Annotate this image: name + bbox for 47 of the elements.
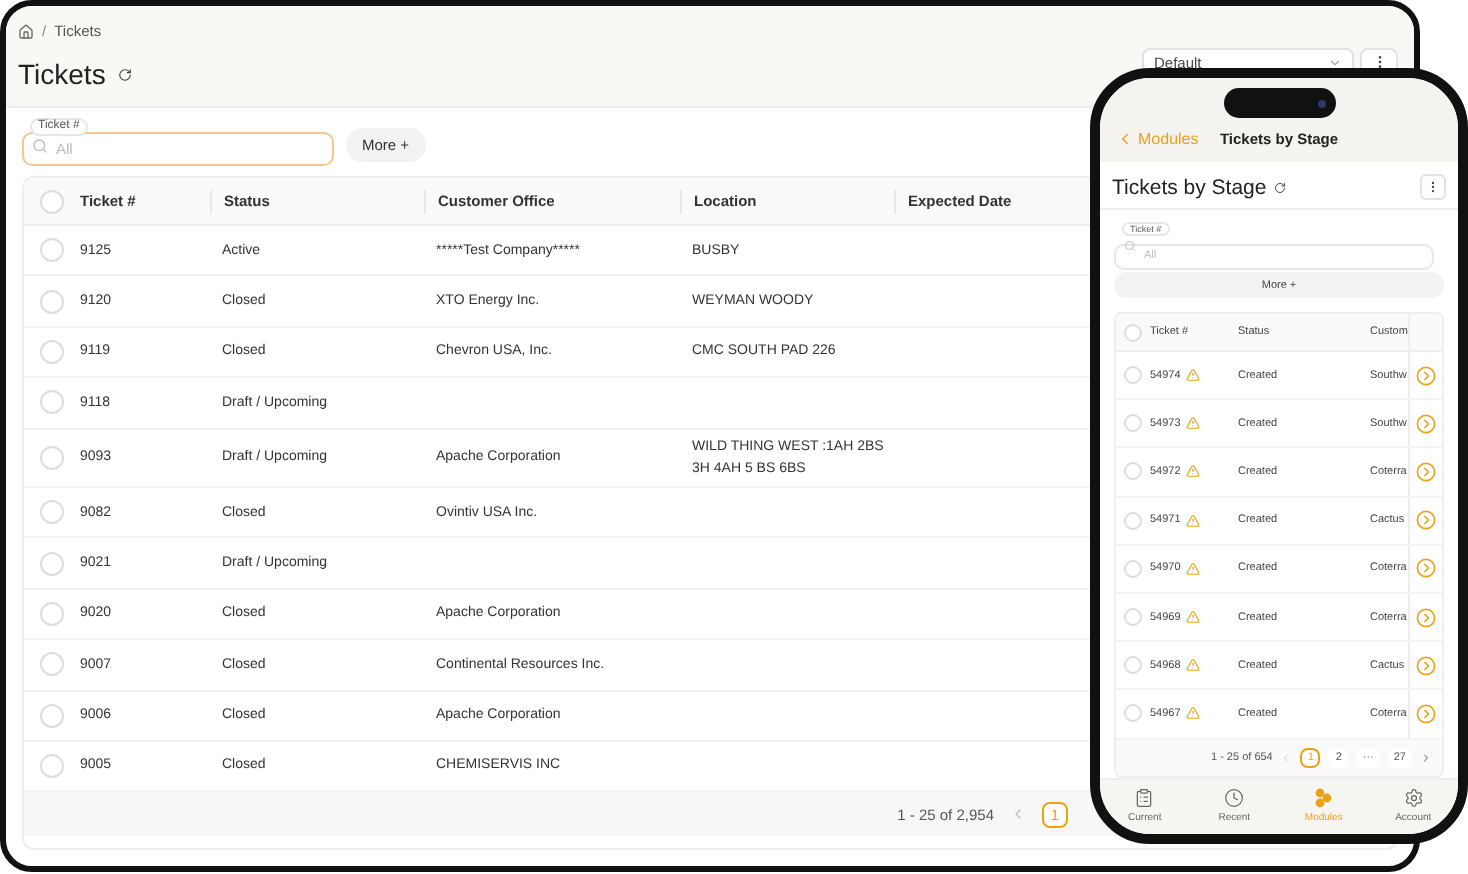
checkbox[interactable]: [1124, 414, 1142, 433]
home-icon[interactable]: [18, 23, 34, 39]
chevron-circle-icon[interactable]: [1416, 461, 1436, 482]
checkbox[interactable]: [1124, 656, 1142, 675]
clipboard-icon: [1134, 787, 1155, 807]
checkbox[interactable]: [1124, 323, 1142, 341]
checkbox[interactable]: [40, 339, 64, 364]
checkbox[interactable]: [1124, 511, 1142, 530]
camera-notch: [1223, 88, 1335, 118]
dots-icon: [1314, 787, 1333, 807]
checkbox[interactable]: [40, 652, 64, 677]
checkbox[interactable]: [1124, 608, 1142, 627]
previous-page-icon[interactable]: [1010, 806, 1026, 823]
chevron-left-icon: [1116, 130, 1134, 148]
checkbox[interactable]: [40, 551, 64, 576]
refresh-icon[interactable]: [1274, 181, 1287, 193]
kebab-icon: [1426, 180, 1440, 194]
checkbox[interactable]: [1124, 559, 1142, 578]
previous-page-icon[interactable]: [1280, 751, 1293, 763]
checkbox[interactable]: [40, 754, 64, 779]
checkbox[interactable]: [40, 238, 64, 263]
chevron-circle-icon[interactable]: [1416, 510, 1436, 531]
checkbox[interactable]: [40, 601, 64, 626]
checkbox[interactable]: [40, 289, 64, 314]
checkbox[interactable]: [1124, 462, 1142, 481]
page-title: Tickets by Stage: [1112, 175, 1267, 199]
chevron-circle-icon[interactable]: [1416, 703, 1436, 724]
search-icon: [32, 137, 48, 153]
checkbox[interactable]: [40, 390, 64, 415]
checkbox[interactable]: [1124, 704, 1142, 723]
next-page-icon[interactable]: [1420, 751, 1432, 763]
chevron-circle-icon[interactable]: [1416, 365, 1436, 386]
chevron-down-icon: [1328, 55, 1342, 69]
chevron-circle-icon[interactable]: [1416, 607, 1436, 628]
settings-icon: [1403, 787, 1424, 807]
checkbox[interactable]: [40, 189, 64, 213]
chevron-circle-icon[interactable]: [1416, 558, 1436, 579]
search-icon: [1124, 239, 1136, 251]
checkbox[interactable]: [40, 445, 64, 470]
refresh-icon[interactable]: [117, 67, 132, 81]
page-title: Tickets: [18, 58, 106, 90]
clock-icon: [1224, 787, 1245, 807]
checkbox[interactable]: [1124, 366, 1142, 385]
checkbox[interactable]: [40, 500, 64, 525]
checkbox[interactable]: [40, 703, 64, 728]
chevron-circle-icon[interactable]: [1416, 655, 1436, 676]
chevron-circle-icon[interactable]: [1416, 413, 1436, 434]
